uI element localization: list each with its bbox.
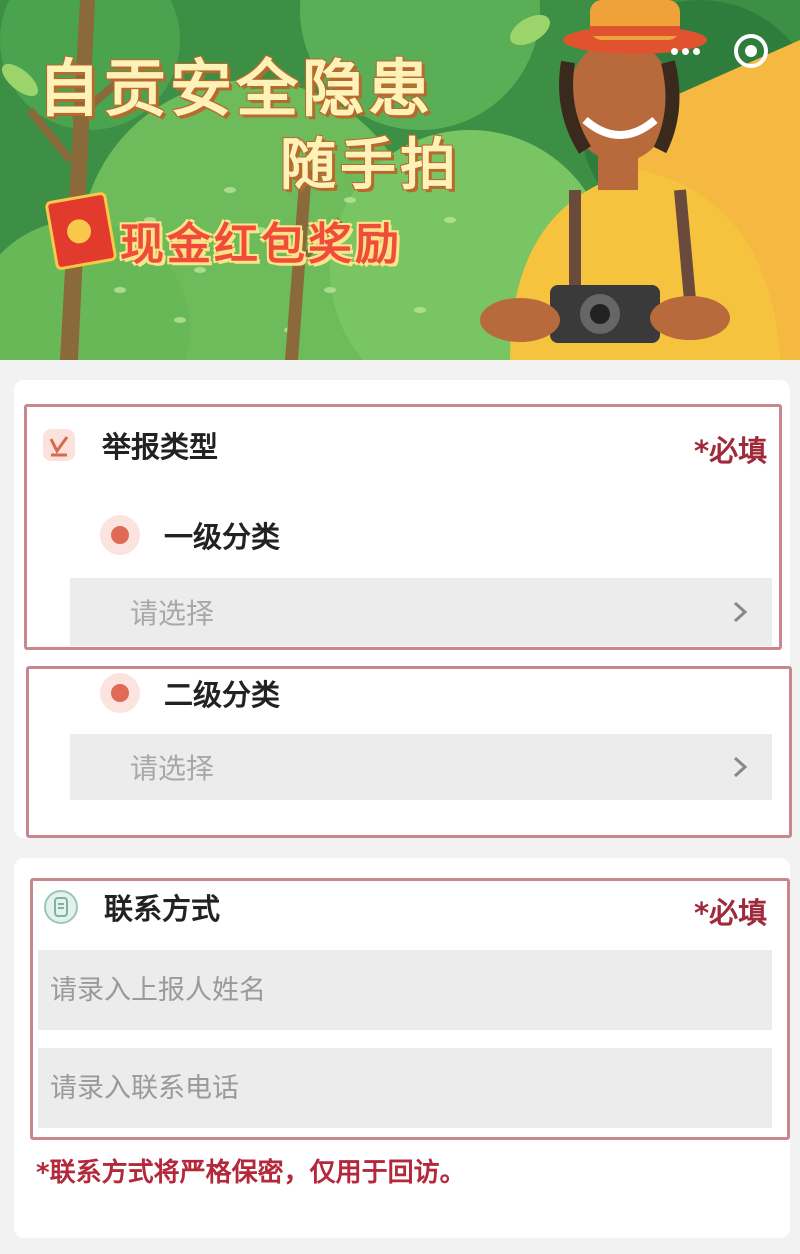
header-banner: 自贡安全隐患 随手拍 现金红包奖励 <box>0 0 800 360</box>
contact-required: *必填 <box>694 896 768 930</box>
red-envelope-icon <box>44 191 118 271</box>
banner-subtitle: 随手拍 <box>280 133 460 198</box>
close-target-button[interactable] <box>731 31 771 71</box>
report-type-icon <box>40 426 78 464</box>
banner-title: 自贡安全隐患 <box>38 52 435 125</box>
more-dot-icon <box>671 47 678 55</box>
level1-select[interactable]: 请选择 <box>70 578 772 646</box>
chevron-right-icon <box>728 600 752 624</box>
contact-header: 联系方式 <box>42 886 220 928</box>
level2-header: 二级分类 <box>100 672 280 714</box>
level2-label: 二级分类 <box>164 678 281 712</box>
level1-select-placeholder: 请选择 <box>130 597 215 630</box>
banner-reward-text: 现金红包奖励 <box>120 219 402 270</box>
contact-icon <box>42 888 80 926</box>
report-type-title: 举报类型 <box>102 430 219 464</box>
more-dot-icon <box>693 47 700 55</box>
level2-select-placeholder: 请选择 <box>130 752 215 785</box>
chevron-right-icon <box>728 755 752 779</box>
level1-dot-icon <box>100 515 140 555</box>
mini-program-capsule <box>650 28 780 74</box>
report-type-header: 举报类型 <box>40 424 218 466</box>
level1-header: 一级分类 <box>100 514 280 556</box>
level1-label: 一级分类 <box>164 520 281 554</box>
more-dot-icon <box>682 47 689 55</box>
target-icon <box>733 34 768 68</box>
contact-phone-input[interactable] <box>38 1048 772 1128</box>
level2-dot-icon <box>100 673 140 713</box>
more-options-button[interactable] <box>660 31 712 71</box>
level2-select[interactable]: 请选择 <box>70 734 772 800</box>
contact-title: 联系方式 <box>104 892 221 926</box>
privacy-note: *联系方式将严格保密，仅用于回访。 <box>36 1158 466 1188</box>
reporter-name-input[interactable] <box>38 950 772 1030</box>
report-type-required: *必填 <box>694 434 768 468</box>
